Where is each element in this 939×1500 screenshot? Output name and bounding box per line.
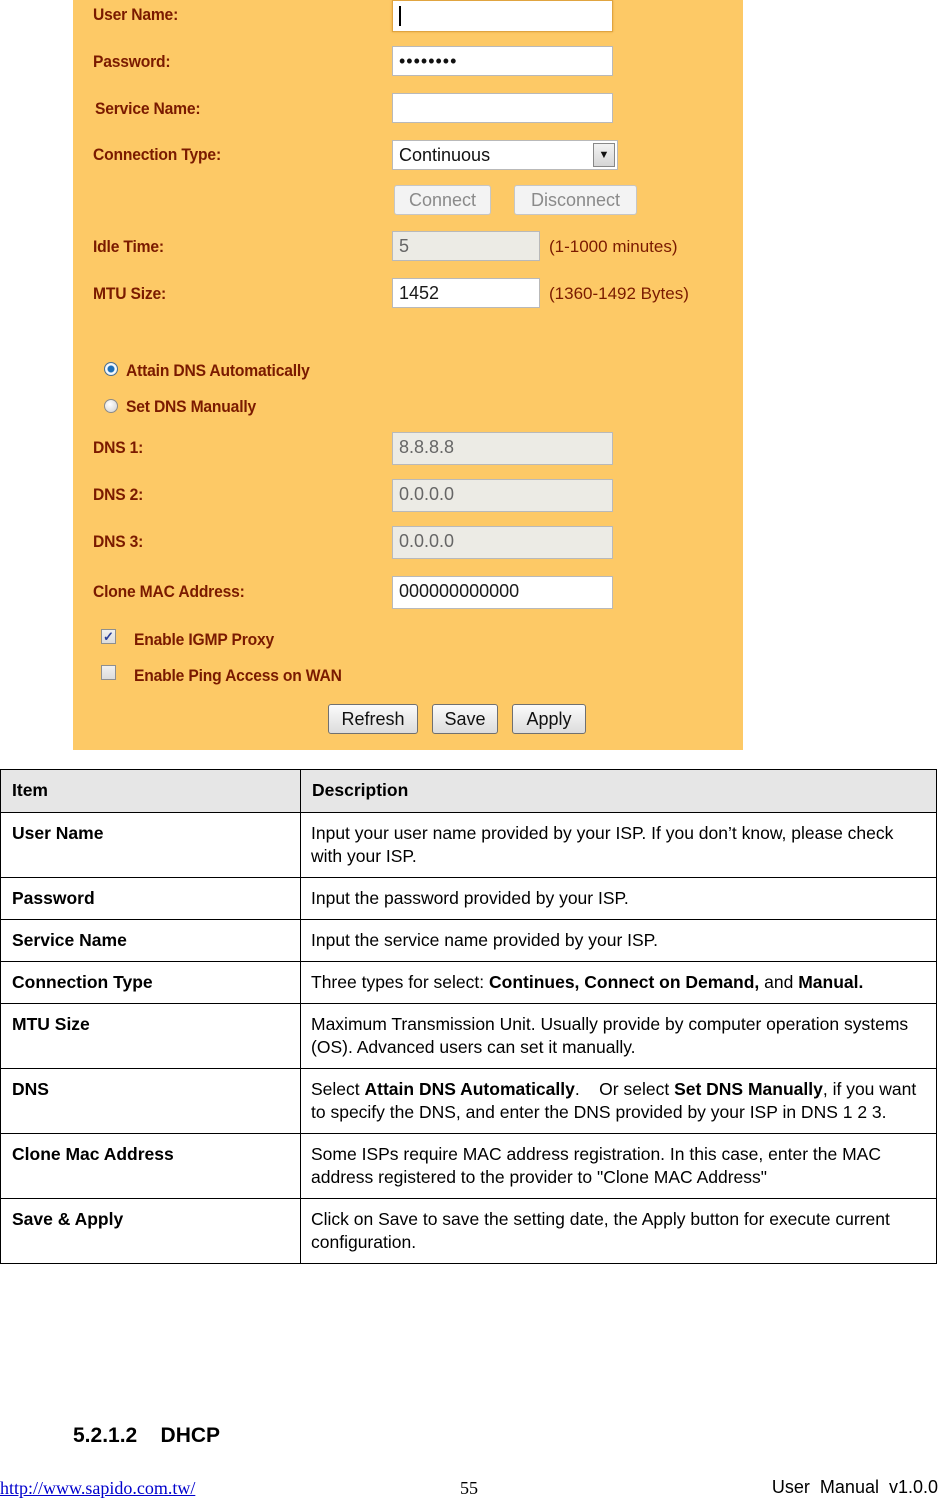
row-description: Maximum Transmission Unit. Usually provi…	[300, 1003, 937, 1069]
description-table: Item Description User Name Input your us…	[0, 769, 937, 1264]
header-item: Item	[0, 769, 301, 813]
idle-time-hint: (1-1000 minutes)	[549, 237, 678, 256]
table-row: Clone Mac Address Some ISPs require MAC …	[0, 1133, 937, 1199]
description-text: Input your user name provided by your IS…	[311, 823, 894, 866]
row-description: Click on Save to save the setting date, …	[300, 1198, 937, 1264]
refresh-button[interactable]: Refresh	[328, 704, 418, 734]
table-row: DNS Select Attain DNS Automatically. Or …	[0, 1068, 937, 1134]
row-item: Service Name	[0, 919, 301, 962]
row-item: Connection Type	[0, 961, 301, 1004]
disconnect-button[interactable]: Disconnect	[514, 185, 637, 215]
table-row: Save & Apply Click on Save to save the s…	[0, 1198, 937, 1264]
description-text: Some ISPs require MAC address registrati…	[311, 1144, 881, 1187]
row-description: Three types for select: Continues, Conne…	[300, 961, 937, 1004]
description-bold: Set DNS Manually	[674, 1079, 823, 1099]
row-item: Password	[0, 877, 301, 920]
clone-mac-input[interactable]: 000000000000	[392, 576, 613, 609]
idle-time-input[interactable]: 5	[392, 231, 540, 261]
row-description: Input your user name provided by your IS…	[300, 812, 937, 878]
description-bold: Attain DNS Automatically	[364, 1079, 575, 1099]
description-text: Three types for select:	[311, 972, 489, 992]
set-dns-manually-radio[interactable]	[104, 399, 118, 413]
attain-dns-auto-label[interactable]: Attain DNS Automatically	[126, 361, 310, 381]
dns2-label: DNS 2:	[93, 485, 144, 504]
row-item: DNS	[0, 1068, 301, 1134]
user-name-input[interactable]	[392, 0, 613, 32]
row-description: Input the service name provided by your …	[300, 919, 937, 962]
user-name-label: User Name:	[93, 5, 179, 24]
dns1-label: DNS 1:	[93, 438, 144, 457]
ping-wan-label[interactable]: Enable Ping Access on WAN	[134, 666, 342, 686]
connect-button[interactable]: Connect	[394, 185, 491, 215]
row-item: MTU Size	[0, 1003, 301, 1069]
header-description: Description	[300, 769, 937, 813]
idle-time-label: Idle Time:	[93, 237, 164, 256]
row-item: Save & Apply	[0, 1198, 301, 1264]
table-row: User Name Input your user name provided …	[0, 812, 937, 878]
manual-version: User Manual v1.0.0	[771, 1477, 938, 1497]
attain-dns-auto-radio[interactable]	[104, 362, 118, 376]
pppoe-settings-screenshot: User Name: Password: •••••••• Service Na…	[73, 0, 743, 750]
password-label: Password:	[93, 52, 171, 71]
dns3-label: DNS 3:	[93, 532, 144, 551]
mtu-size-label: MTU Size:	[93, 284, 167, 303]
description-text: Select	[311, 1079, 365, 1099]
row-item: Clone Mac Address	[0, 1133, 301, 1199]
description-text: Click on Save to save the setting date, …	[311, 1209, 890, 1252]
dns3-input[interactable]: 0.0.0.0	[392, 526, 613, 559]
description-text: and	[759, 972, 799, 992]
dns2-input[interactable]: 0.0.0.0	[392, 479, 613, 512]
description-text: Input the password provided by your ISP.	[311, 888, 629, 908]
row-description: Some ISPs require MAC address registrati…	[300, 1133, 937, 1199]
password-input[interactable]: ••••••••	[392, 46, 613, 76]
section-heading: 5.2.1.2 DHCP	[73, 1424, 221, 1447]
description-bold: Manual.	[798, 972, 864, 992]
row-description: Select Attain DNS Automatically. Or sele…	[300, 1068, 937, 1134]
description-text: Maximum Transmission Unit. Usually provi…	[311, 1014, 909, 1057]
description-text: . Or select	[574, 1079, 675, 1099]
row-item: User Name	[0, 812, 301, 878]
mtu-size-hint: (1360-1492 Bytes)	[549, 284, 689, 303]
service-name-input[interactable]	[392, 93, 613, 123]
table-header-row: Item Description	[0, 769, 937, 813]
description-text: Input the service name provided by your …	[311, 930, 658, 950]
table-row: Password Input the password provided by …	[0, 877, 937, 920]
checkmark-icon: ✓	[103, 629, 114, 644]
description-bold: Continues, Connect on Demand,	[489, 972, 760, 992]
page-number: 55	[460, 1478, 478, 1498]
mtu-size-input[interactable]: 1452	[392, 278, 540, 308]
table-row: MTU Size Maximum Transmission Unit. Usua…	[0, 1003, 937, 1069]
text-caret	[399, 6, 401, 27]
row-description: Input the password provided by your ISP.	[300, 877, 937, 920]
ping-wan-checkbox[interactable]	[101, 665, 116, 680]
dns1-input[interactable]: 8.8.8.8	[392, 432, 613, 465]
connection-type-select[interactable]: Continuous ▼	[392, 140, 618, 170]
footer-website-link[interactable]: http://www.sapido.com.tw/	[0, 1478, 195, 1499]
service-name-label: Service Name:	[95, 99, 201, 118]
table-row: Connection Type Three types for select: …	[0, 961, 937, 1004]
password-mask: ••••••••	[399, 51, 458, 71]
table-row: Service Name Input the service name prov…	[0, 919, 937, 962]
igmp-proxy-checkbox[interactable]: ✓	[101, 629, 116, 644]
clone-mac-label: Clone MAC Address:	[93, 582, 245, 601]
apply-button[interactable]: Apply	[512, 704, 586, 734]
save-button[interactable]: Save	[432, 704, 498, 734]
connection-type-label: Connection Type:	[93, 145, 221, 164]
igmp-proxy-label[interactable]: Enable IGMP Proxy	[134, 630, 274, 650]
set-dns-manually-label[interactable]: Set DNS Manually	[126, 397, 256, 417]
chevron-down-icon[interactable]: ▼	[593, 143, 615, 167]
connection-type-value: Continuous	[399, 145, 491, 165]
